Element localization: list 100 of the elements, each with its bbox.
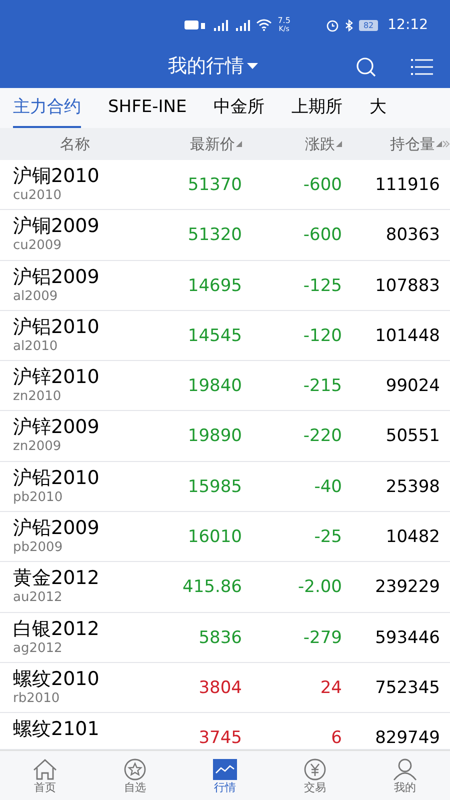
column-header[interactable]: 持仓量 — [390, 132, 450, 156]
contract-code: cu2009 — [13, 239, 62, 252]
sort-icon — [436, 141, 442, 147]
quote-row[interactable]: 螺纹2010 rb2010 3804 24 752345 — [0, 662, 450, 714]
price-cell-text: 15985 — [186, 476, 242, 497]
contract-name: 沪铜2010 — [13, 167, 100, 186]
price-cell-text: 3804 — [198, 678, 242, 698]
alarm-icon — [326, 18, 340, 32]
yen-icon — [302, 758, 328, 781]
contract-code: cu2010 — [13, 189, 62, 202]
contract-name: 沪锌2010 — [13, 368, 100, 388]
price-cell-text: 3745 — [198, 728, 242, 748]
contract-code: zn2009 — [13, 440, 62, 454]
search-button[interactable] — [354, 55, 378, 79]
contract-code: rb2010 — [13, 692, 61, 705]
price-cell-text: 51370 — [186, 175, 242, 195]
contract-code: al2010 — [13, 340, 59, 353]
change-cell-text: -215 — [302, 376, 342, 396]
quote-row[interactable]: 沪铜2009 cu2009 51320 -600 80363 — [0, 210, 450, 261]
wifi-icon — [256, 19, 272, 31]
battery-level: 82 — [359, 20, 378, 30]
network-speed: 7.5 — [278, 17, 290, 25]
open-interest-cell-text: 99024 — [384, 376, 440, 396]
menu-icon — [411, 58, 433, 76]
caret-icon — [247, 63, 258, 70]
contract-name: 沪铅2010 — [13, 468, 100, 488]
contract-name: 沪锌2009 — [13, 418, 100, 438]
search-icon — [355, 56, 377, 78]
open-interest-cell-text: 111916 — [374, 175, 440, 195]
open-interest-cell-text: 80363 — [384, 225, 440, 246]
sort-icon — [336, 141, 342, 147]
tab[interactable]: 中金所 — [214, 88, 265, 128]
contract-code: au2012 — [13, 591, 64, 604]
quote-row[interactable]: 沪铜2010 cu2010 51370 -600 111916 — [0, 160, 450, 210]
quote-row[interactable]: 沪铝2009 al2009 14695 -125 107883 — [0, 260, 450, 311]
change-cell-text: -125 — [302, 276, 342, 296]
contract-name: 螺纹2010 — [13, 670, 100, 689]
change-cell-text: -25 — [313, 527, 342, 548]
change-cell-text: 24 — [319, 678, 342, 698]
contract-name: 沪铝2010 — [13, 318, 100, 337]
open-interest-cell-text: 829749 — [374, 728, 440, 748]
nav-item[interactable]: 首页 — [0, 751, 90, 800]
contract-code: ag2012 — [13, 642, 64, 655]
open-interest-cell-text: 593446 — [374, 628, 440, 648]
price-cell-text: 5836 — [198, 628, 242, 648]
change-cell-text: -40 — [313, 476, 342, 497]
double-arrow-icon — [442, 140, 450, 148]
house-icon — [32, 758, 58, 781]
contract-name: 沪铝2009 — [13, 268, 100, 287]
open-interest-cell-text: 752345 — [374, 678, 440, 698]
person-icon — [392, 758, 418, 781]
change-cell-text: -279 — [302, 628, 342, 648]
chart-icon — [212, 758, 238, 781]
quote-row[interactable]: 沪铅2009 pb2009 16010 -25 10482 — [0, 512, 450, 562]
nav-item[interactable]: 自选 — [90, 751, 180, 800]
signal-icon — [212, 20, 228, 30]
tab[interactable]: SHFE-INE — [108, 88, 187, 128]
price-cell-text: 14545 — [186, 326, 242, 346]
contract-name: 沪铜2009 — [13, 217, 100, 236]
column-header[interactable]: 最新价 — [190, 132, 242, 156]
title-dropdown[interactable]: 我的行情 — [168, 52, 258, 80]
signal-icon — [234, 20, 250, 30]
open-interest-cell-text: 25398 — [384, 476, 440, 497]
price-cell-text: 16010 — [186, 527, 242, 548]
change-cell-text: -120 — [302, 326, 342, 346]
column-header[interactable]: 涨跌 — [305, 132, 342, 156]
quote-row[interactable]: 沪铅2010 pb2010 15985 -40 25398 — [0, 462, 450, 512]
change-cell-text: -2.00 — [297, 577, 342, 598]
contract-name: 黄金2012 — [13, 569, 100, 588]
change-cell-text: 6 — [330, 728, 342, 748]
price-cell-text: 415.86 — [182, 577, 242, 598]
open-interest-cell-text: 10482 — [384, 527, 440, 548]
tab[interactable]: 大 — [370, 88, 387, 128]
quote-row[interactable]: 黄金2012 au2012 415.86 -2.00 239229 — [0, 562, 450, 613]
change-cell-text: -600 — [302, 175, 342, 195]
quote-row[interactable]: 沪锌2010 zn2010 19840 -215 99024 — [0, 361, 450, 412]
contract-code: zn2010 — [13, 390, 62, 404]
nav-item[interactable]: 行情 — [180, 751, 270, 800]
open-interest-cell-text: 239229 — [374, 577, 440, 598]
change-cell-text: -220 — [302, 426, 342, 446]
price-cell-text: 14695 — [186, 276, 242, 296]
column-header[interactable]: 名称 — [60, 132, 90, 156]
open-interest-cell-text: 50551 — [384, 426, 440, 446]
quote-row[interactable]: 沪铝2010 al2010 14545 -120 101448 — [0, 310, 450, 362]
quote-row[interactable]: 沪锌2009 zn2009 19890 -220 50551 — [0, 411, 450, 462]
sort-icon — [236, 141, 242, 147]
contract-name: 沪铅2009 — [13, 519, 100, 538]
contract-name: 螺纹2101 — [13, 720, 100, 740]
quote-row[interactable]: 白银2012 ag2012 5836 -279 593446 — [0, 612, 450, 663]
contract-code: al2009 — [13, 290, 59, 303]
contract-code: pb2010 — [13, 490, 64, 504]
contract-code: pb2009 — [13, 541, 64, 554]
open-interest-cell-text: 107883 — [374, 276, 440, 296]
price-cell-text: 19840 — [186, 376, 242, 396]
nav-item[interactable]: 我的 — [360, 751, 450, 800]
contract-name: 白银2012 — [13, 620, 100, 639]
price-cell-text: 19890 — [186, 426, 242, 446]
change-cell-text: -600 — [302, 225, 342, 246]
nav-item[interactable]: 交易 — [270, 751, 360, 800]
tab[interactable]: 上期所 — [292, 88, 343, 128]
